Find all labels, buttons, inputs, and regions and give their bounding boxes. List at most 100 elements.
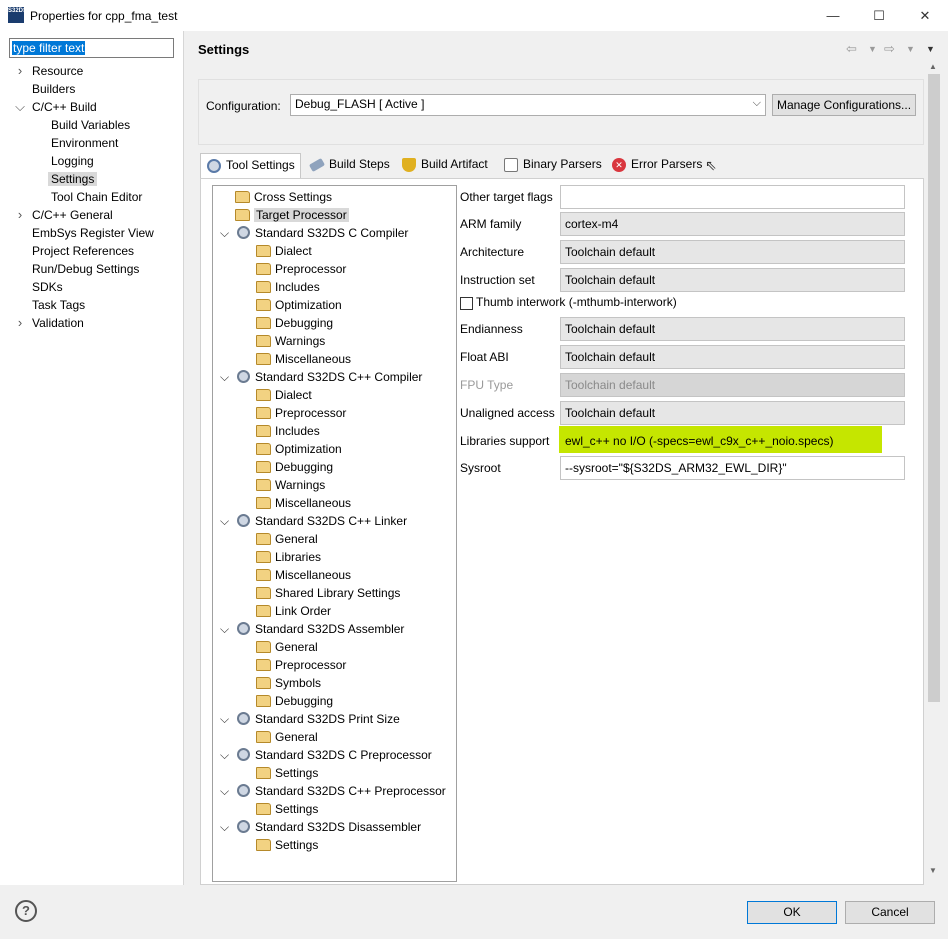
sidebar-item-label: Build Variables xyxy=(51,118,131,132)
sidebar-item[interactable]: › Validation xyxy=(13,314,84,332)
chevron-right-icon[interactable]: › xyxy=(13,206,27,224)
tree-item[interactable]: Target Processor xyxy=(220,206,349,224)
tree-item[interactable]: Dialect xyxy=(256,386,312,404)
tree-item[interactable]: Miscellaneous xyxy=(256,566,351,584)
tree-item[interactable]: Debugging xyxy=(256,314,333,332)
chevron-down-icon[interactable]: ⌵ xyxy=(220,818,230,836)
sidebar-item[interactable]: Build Variables xyxy=(51,116,130,134)
endianness-select[interactable]: Toolchain default xyxy=(560,317,905,341)
tree-item[interactable]: ⌵ Standard S32DS Disassembler xyxy=(220,818,421,836)
tree-item[interactable]: Link Order xyxy=(256,602,331,620)
tree-item[interactable]: Includes xyxy=(256,278,320,296)
sidebar-item[interactable]: Environment xyxy=(51,134,118,152)
tree-item[interactable]: Debugging xyxy=(256,458,333,476)
chevron-down-icon[interactable]: ⌵ xyxy=(220,710,230,728)
tree-item[interactable]: Optimization xyxy=(256,440,342,458)
forward-menu-icon[interactable]: ▼ xyxy=(906,44,915,54)
tree-item[interactable]: Settings xyxy=(256,836,318,854)
back-menu-icon[interactable]: ▼ xyxy=(868,44,877,54)
sidebar-item[interactable]: Run/Debug Settings xyxy=(13,260,139,278)
tree-item[interactable]: Dialect xyxy=(256,242,312,260)
sidebar-item[interactable]: EmbSys Register View xyxy=(13,224,154,242)
tree-item[interactable]: ⌵ Standard S32DS C Preprocessor xyxy=(220,746,432,764)
sidebar-item[interactable]: Logging xyxy=(51,152,94,170)
sidebar-item[interactable]: › Resource xyxy=(13,62,84,80)
view-menu-icon[interactable]: ▼ xyxy=(926,44,935,54)
tree-item[interactable]: Miscellaneous xyxy=(256,350,351,368)
tree-item[interactable]: Debugging xyxy=(256,692,333,710)
thumb-interwork-checkbox[interactable] xyxy=(460,297,473,310)
float-abi-select[interactable]: Toolchain default xyxy=(560,345,905,369)
chevron-right-icon[interactable]: › xyxy=(13,314,27,332)
tree-item[interactable]: ⌵ Standard S32DS C++ Linker xyxy=(220,512,407,530)
tab-error-parsers[interactable]: ✕ Error Parsers xyxy=(606,153,708,178)
tree-item[interactable]: Optimization xyxy=(256,296,342,314)
manage-configurations-button[interactable]: Manage Configurations... xyxy=(772,94,916,116)
tab-build-steps[interactable]: Build Steps xyxy=(304,153,396,178)
sidebar-item[interactable]: Project References xyxy=(13,242,134,260)
configuration-select[interactable]: Debug_FLASH [ Active ] ⌵ xyxy=(290,94,766,116)
tab-binary-parsers[interactable]: Binary Parsers xyxy=(498,153,608,178)
configuration-label: Configuration: xyxy=(206,99,281,113)
filter-input[interactable]: type filter text xyxy=(9,38,174,58)
chevron-down-icon[interactable]: ⌵ xyxy=(220,368,230,386)
tree-item[interactable]: ⌵ Standard S32DS Print Size xyxy=(220,710,400,728)
tree-item[interactable]: Preprocessor xyxy=(256,260,346,278)
sidebar-item[interactable]: Tool Chain Editor xyxy=(51,188,142,206)
tree-item[interactable]: ⌵ Standard S32DS C++ Compiler xyxy=(220,368,422,386)
cancel-button[interactable]: Cancel xyxy=(845,901,935,924)
sidebar-item[interactable]: Task Tags xyxy=(13,296,85,314)
tree-item[interactable]: Miscellaneous xyxy=(256,494,351,512)
other-target-flags-input[interactable] xyxy=(560,185,905,209)
arm-family-select[interactable]: cortex-m4 xyxy=(560,212,905,236)
chevron-down-icon[interactable]: ⌵ xyxy=(220,620,230,638)
chevron-down-icon[interactable]: ⌵ xyxy=(220,746,230,764)
ok-button[interactable]: OK xyxy=(747,901,837,924)
help-icon[interactable]: ? xyxy=(15,900,37,922)
tree-item[interactable]: Settings xyxy=(256,764,318,782)
architecture-select[interactable]: Toolchain default xyxy=(560,240,905,264)
tree-item[interactable]: Warnings xyxy=(256,332,325,350)
chevron-right-icon[interactable]: › xyxy=(13,62,27,80)
sidebar-item[interactable]: Settings xyxy=(48,170,98,188)
sidebar-item[interactable]: SDKs xyxy=(13,278,63,296)
float-abi-label: Float ABI xyxy=(460,350,509,364)
tree-item-label: Miscellaneous xyxy=(275,496,352,510)
maximize-button[interactable]: ☐ xyxy=(856,0,902,31)
minimize-button[interactable]: — xyxy=(810,0,856,31)
tree-item[interactable]: Settings xyxy=(256,800,318,818)
scrollbar-thumb[interactable] xyxy=(928,74,940,702)
tree-item[interactable]: General xyxy=(256,530,318,548)
scroll-down-icon[interactable]: ▼ xyxy=(929,866,937,875)
close-button[interactable]: ✕ xyxy=(902,0,948,31)
sidebar-item[interactable]: ⌵ C/C++ Build xyxy=(13,98,97,116)
unaligned-access-select[interactable]: Toolchain default xyxy=(560,401,905,425)
tree-item[interactable]: Includes xyxy=(256,422,320,440)
tree-item[interactable]: General xyxy=(256,638,318,656)
sidebar-item[interactable]: Builders xyxy=(13,80,75,98)
instruction-set-select[interactable]: Toolchain default xyxy=(560,268,905,292)
scroll-up-icon[interactable]: ▲ xyxy=(929,62,937,71)
chevron-down-icon[interactable]: ⌵ xyxy=(220,224,230,242)
back-arrow-icon[interactable]: ⇦ xyxy=(846,41,857,57)
chevron-down-icon[interactable]: ⌵ xyxy=(13,98,27,116)
tree-item[interactable]: Preprocessor xyxy=(256,404,346,422)
tree-item[interactable]: Libraries xyxy=(256,548,321,566)
sysroot-input[interactable]: --sysroot="${S32DS_ARM32_EWL_DIR}" xyxy=(560,456,905,480)
tree-item[interactable]: ⌵ Standard S32DS C++ Preprocessor xyxy=(220,782,446,800)
tree-item[interactable]: ⌵ Standard S32DS C Compiler xyxy=(220,224,408,242)
tree-item[interactable]: Preprocessor xyxy=(256,656,346,674)
chevron-down-icon[interactable]: ⌵ xyxy=(220,512,230,530)
tree-item[interactable]: Symbols xyxy=(256,674,321,692)
libraries-support-select[interactable]: ewl_c++ no I/O (-specs=ewl_c9x_c++_noio.… xyxy=(560,429,905,453)
tree-item[interactable]: Cross Settings xyxy=(220,188,332,206)
sidebar-item[interactable]: › C/C++ General xyxy=(13,206,113,224)
tree-item[interactable]: General xyxy=(256,728,318,746)
tab-build-artifact[interactable]: Build Artifact xyxy=(396,153,494,178)
chevron-down-icon[interactable]: ⌵ xyxy=(220,782,230,800)
forward-arrow-icon[interactable]: ⇨ xyxy=(884,41,895,57)
tree-item[interactable]: Warnings xyxy=(256,476,325,494)
tree-item[interactable]: Shared Library Settings xyxy=(256,584,400,602)
tree-item[interactable]: ⌵ Standard S32DS Assembler xyxy=(220,620,404,638)
tab-tool-settings[interactable]: Tool Settings xyxy=(200,153,301,179)
